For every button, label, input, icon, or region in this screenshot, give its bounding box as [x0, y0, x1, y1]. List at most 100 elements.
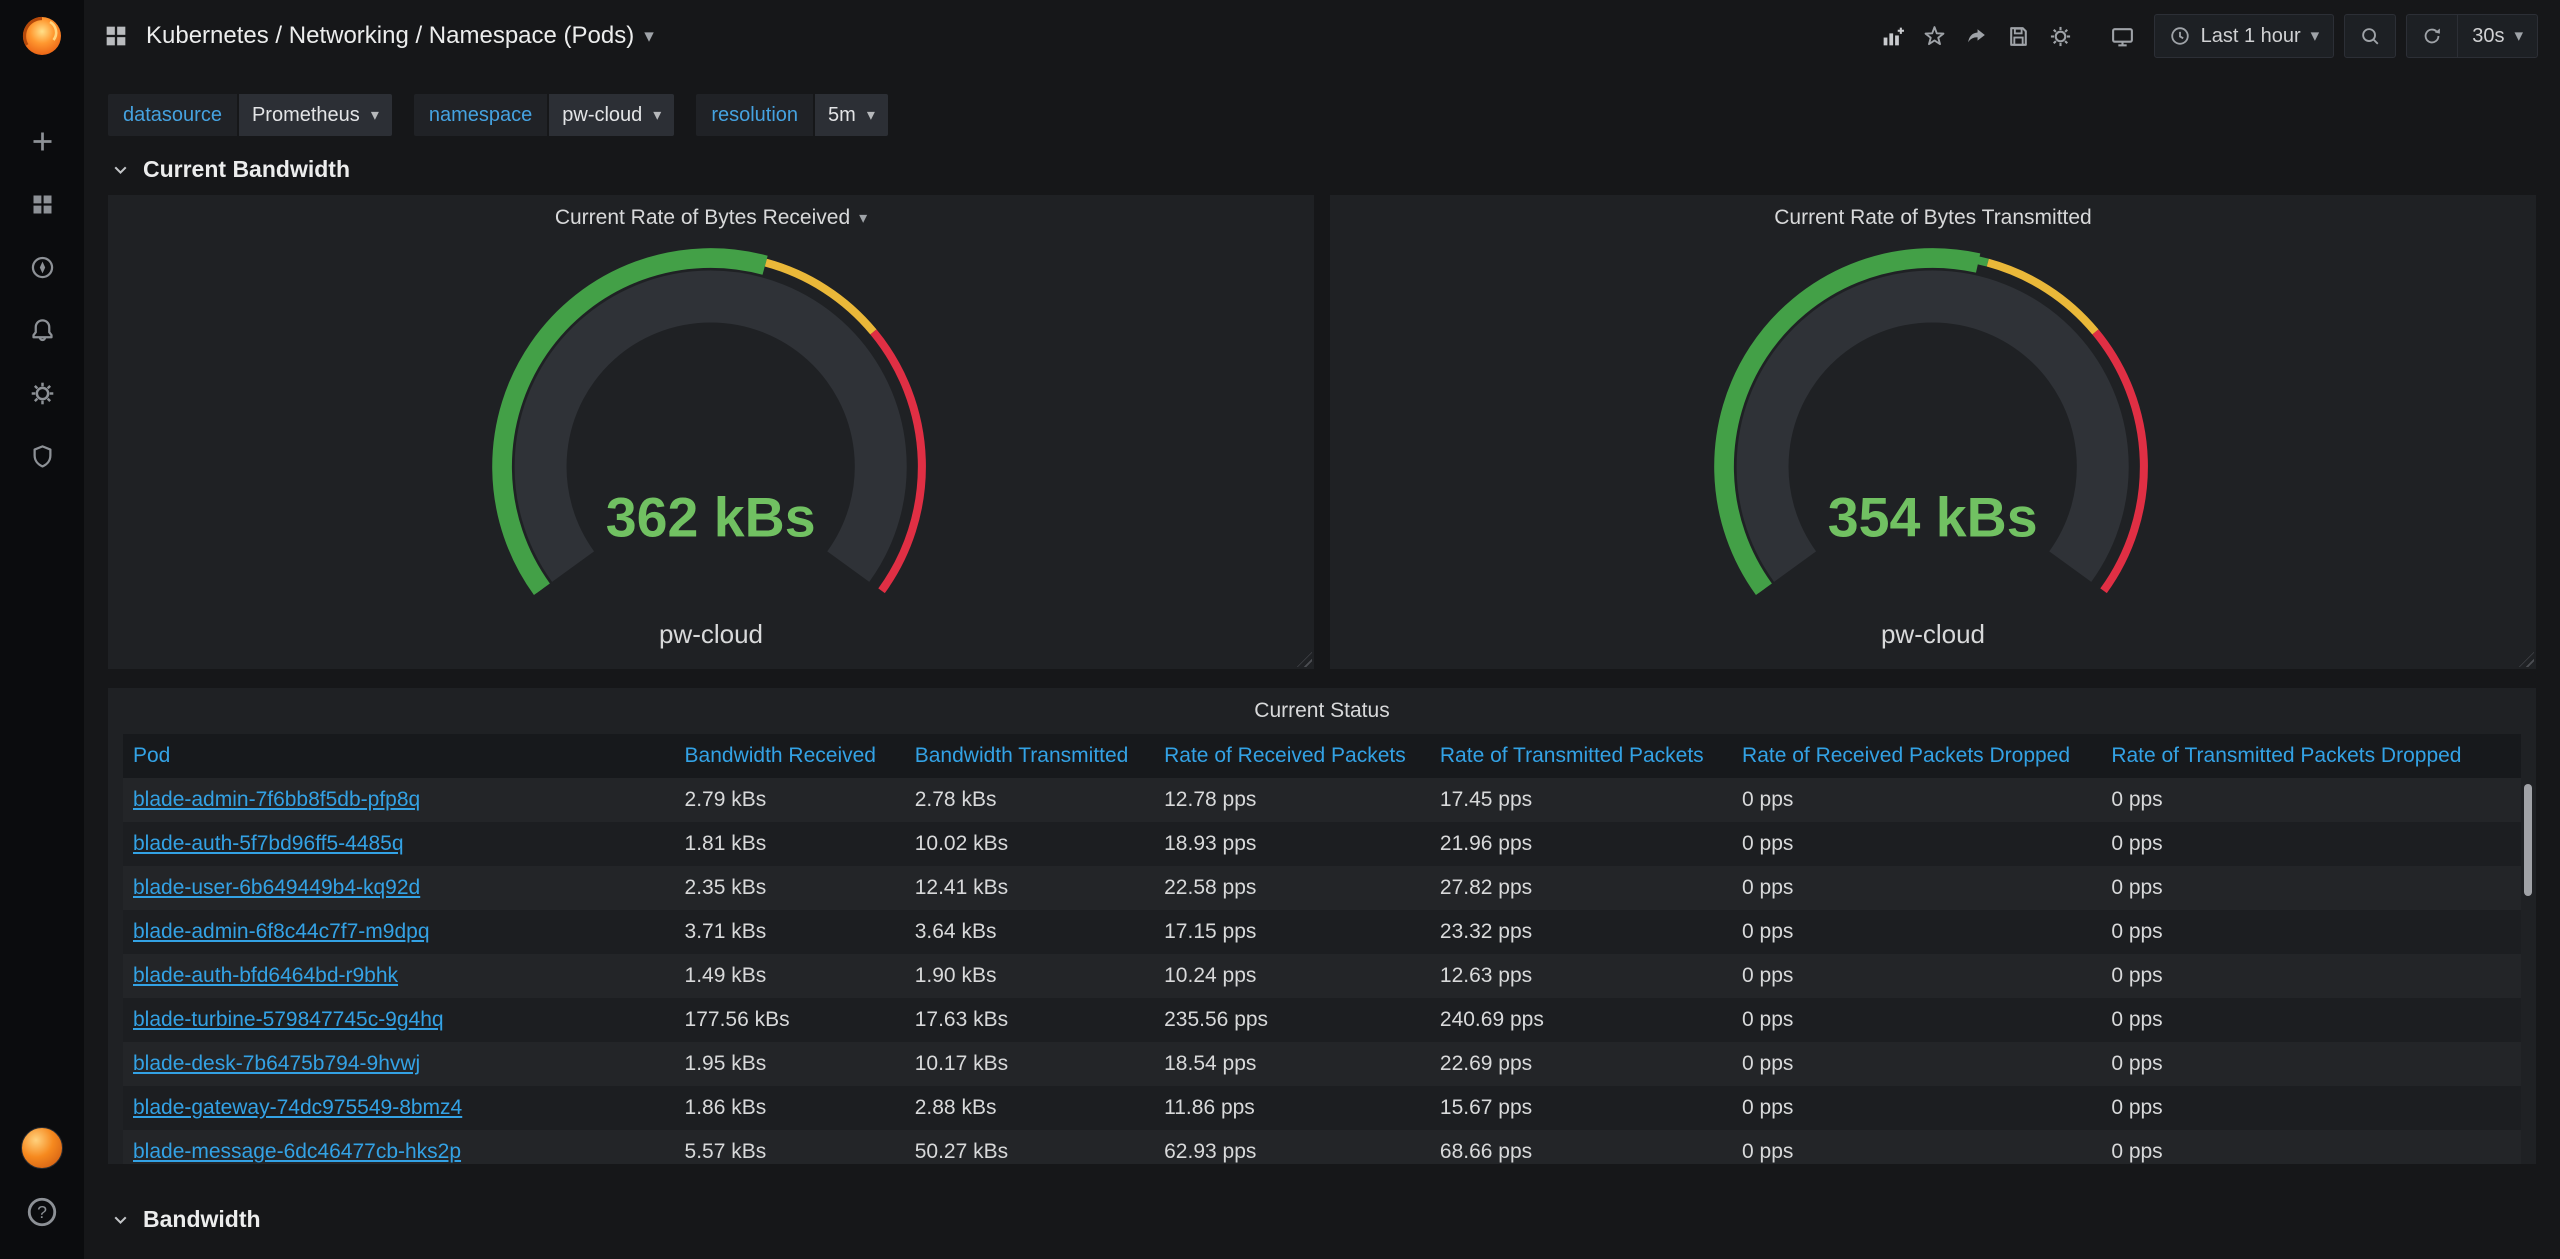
panel-header[interactable]: Current Rate of Bytes Received ▾	[108, 195, 1314, 241]
refresh-button[interactable]	[2406, 14, 2457, 58]
column-header[interactable]: Rate of Transmitted Packets	[1430, 734, 1732, 778]
gauge-value: 362 kBs	[606, 486, 816, 548]
refresh-icon	[2421, 25, 2443, 47]
metric-cell: 240.69 pps	[1430, 998, 1732, 1042]
section-title: Bandwidth	[143, 1206, 261, 1233]
grafana-logo[interactable]	[0, 0, 84, 72]
section-title: Current Bandwidth	[143, 156, 350, 183]
share-button[interactable]	[1956, 15, 1998, 57]
refresh-controls: 30s ▾	[2406, 14, 2538, 58]
dashboard-title[interactable]: Kubernetes / Networking / Namespace (Pod…	[146, 22, 634, 50]
panel-resize-handle[interactable]	[1297, 652, 1312, 667]
pod-link[interactable]: blade-desk-7b6475b794-9hvwj	[133, 1052, 420, 1075]
pod-link[interactable]: blade-user-6b649449b4-kq92d	[133, 876, 420, 899]
metric-cell: 50.27 kBs	[905, 1130, 1154, 1164]
sidebar-item-server-admin[interactable]	[29, 443, 56, 470]
pod-cell: blade-admin-6f8c44c7f7-m9dpq	[123, 910, 675, 954]
column-header[interactable]: Rate of Transmitted Packets Dropped	[2101, 734, 2521, 778]
metric-cell: 17.45 pps	[1430, 778, 1732, 822]
chevron-down-icon: ▾	[371, 105, 379, 125]
star-button[interactable]	[1914, 15, 1956, 57]
chevron-down-icon[interactable]: ▾	[644, 25, 654, 48]
metric-cell: 10.17 kBs	[905, 1042, 1154, 1086]
gauge-series-label: pw-cloud	[1881, 619, 1985, 650]
column-header[interactable]: Bandwidth Transmitted	[905, 734, 1154, 778]
metric-cell: 23.32 pps	[1430, 910, 1732, 954]
save-button[interactable]	[1998, 15, 2040, 57]
column-header[interactable]: Pod	[123, 734, 675, 778]
gear-icon	[29, 380, 56, 407]
metric-cell: 3.64 kBs	[905, 910, 1154, 954]
pod-link[interactable]: blade-gateway-74dc975549-8bmz4	[133, 1096, 462, 1119]
dashboard-settings-button[interactable]	[2040, 15, 2082, 57]
sidebar-item-configuration[interactable]	[29, 380, 56, 407]
panel-title[interactable]: Current Status	[108, 688, 2536, 734]
metric-cell: 235.56 pps	[1154, 998, 1430, 1042]
variable-value-dropdown[interactable]: 5m ▾	[815, 94, 888, 136]
panel-current-status: Current Status PodBandwidth ReceivedBand…	[108, 688, 2536, 1164]
pod-link[interactable]: blade-turbine-579847745c-9g4hq	[133, 1008, 444, 1031]
metric-cell: 0 pps	[2101, 1130, 2521, 1164]
metric-cell: 0 pps	[2101, 866, 2521, 910]
panel-header[interactable]: Current Rate of Bytes Transmitted	[1330, 195, 2536, 241]
dashboards-grid-icon	[29, 191, 56, 218]
sidebar-item-create[interactable]	[29, 128, 56, 155]
sidebar-item-explore[interactable]	[29, 254, 56, 281]
question-icon: ?	[25, 1195, 59, 1229]
sidebar-item-dashboards[interactable]	[29, 191, 56, 218]
panel-resize-handle[interactable]	[2519, 652, 2534, 667]
metric-cell: 10.24 pps	[1154, 954, 1430, 998]
chevron-down-icon	[110, 1209, 131, 1230]
metric-cell: 5.57 kBs	[675, 1130, 905, 1164]
chevron-down-icon	[110, 159, 131, 180]
time-range-label: Last 1 hour	[2201, 25, 2301, 48]
add-panel-button[interactable]	[1872, 15, 1914, 57]
sidebar-item-alerting[interactable]	[29, 317, 56, 344]
scrollbar-thumb[interactable]	[2524, 784, 2532, 896]
metric-cell: 15.67 pps	[1430, 1086, 1732, 1130]
column-header[interactable]: Bandwidth Received	[675, 734, 905, 778]
pod-link[interactable]: blade-admin-6f8c44c7f7-m9dpq	[133, 920, 430, 943]
topbar-actions: Last 1 hour ▾ 30s ▾	[1872, 14, 2538, 58]
pod-cell: blade-turbine-579847745c-9g4hq	[123, 998, 675, 1042]
pod-cell: blade-desk-7b6475b794-9hvwj	[123, 1042, 675, 1086]
help-button[interactable]: ?	[25, 1195, 59, 1229]
table-row: blade-admin-7f6bb8f5db-pfp8q2.79 kBs2.78…	[123, 778, 2521, 822]
metric-cell: 21.96 pps	[1430, 822, 1732, 866]
table-row: blade-auth-bfd6464bd-r9bhk 1.49 kBs1.90 k…	[123, 954, 2521, 998]
magnifier-icon	[2359, 25, 2381, 47]
time-range-picker[interactable]: Last 1 hour ▾	[2154, 14, 2335, 58]
metric-cell: 12.78 pps	[1154, 778, 1430, 822]
panel-title: Current Rate of Bytes Transmitted	[1774, 206, 2091, 230]
pod-cell: blade-message-6dc46477cb-hks2p	[123, 1130, 675, 1164]
column-header[interactable]: Rate of Received Packets	[1154, 734, 1430, 778]
zoom-out-time-button[interactable]	[2344, 14, 2396, 58]
metric-cell: 1.95 kBs	[675, 1042, 905, 1086]
chevron-down-icon: ▾	[859, 208, 867, 228]
metric-cell: 1.49 kBs	[675, 954, 905, 998]
bar-chart-plus-icon	[1880, 24, 1905, 49]
metric-cell: 1.90 kBs	[905, 954, 1154, 998]
section-bandwidth[interactable]: Bandwidth	[108, 1164, 2536, 1245]
metric-cell: 0 pps	[1732, 954, 2101, 998]
table-scrollbar[interactable]	[2524, 784, 2532, 1150]
refresh-interval-picker[interactable]: 30s ▾	[2457, 14, 2538, 58]
save-icon	[2006, 24, 2031, 49]
user-avatar[interactable]	[21, 1127, 63, 1169]
section-current-bandwidth[interactable]: Current Bandwidth	[108, 136, 2536, 195]
pod-link[interactable]: blade-auth-5f7bd96ff5-4485q	[133, 832, 404, 855]
metric-cell: 0 pps	[1732, 1042, 2101, 1086]
top-navbar: Kubernetes / Networking / Namespace (Pod…	[84, 0, 2560, 72]
variable-value-dropdown[interactable]: pw-cloud ▾	[549, 94, 674, 136]
variable-value-dropdown[interactable]: Prometheus ▾	[239, 94, 392, 136]
column-header[interactable]: Rate of Received Packets Dropped	[1732, 734, 2101, 778]
pod-link[interactable]: blade-admin-7f6bb8f5db-pfp8q	[133, 788, 420, 811]
pod-link[interactable]: blade-message-6dc46477cb-hks2p	[133, 1140, 461, 1163]
table-row: blade-admin-6f8c44c7f7-m9dpq3.71 kBs3.64…	[123, 910, 2521, 954]
variable-namespace: namespace pw-cloud ▾	[414, 94, 674, 136]
status-table: PodBandwidth ReceivedBandwidth Transmitt…	[123, 734, 2521, 1164]
pod-link[interactable]: blade-auth-bfd6464bd-r9bhk	[133, 964, 398, 987]
star-icon	[1922, 24, 1947, 49]
metric-cell: 2.35 kBs	[675, 866, 905, 910]
cycle-view-button[interactable]	[2102, 15, 2144, 57]
